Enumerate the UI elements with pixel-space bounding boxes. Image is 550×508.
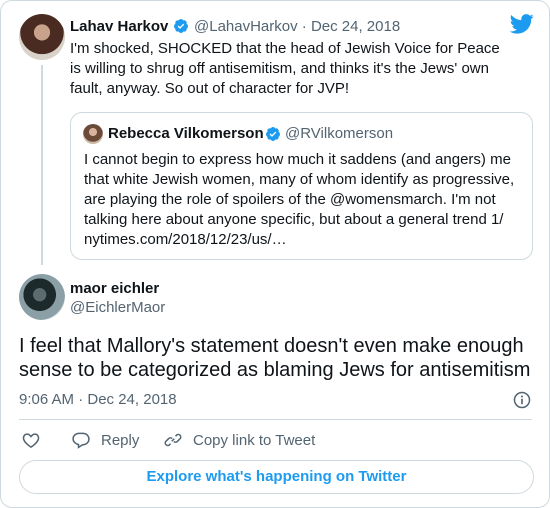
like-button[interactable] (21, 429, 41, 451)
thread-connector-line (41, 65, 43, 265)
copy-link-label: Copy link to Tweet (193, 431, 316, 449)
quoted-tweet[interactable]: Rebecca Vilkomerson @RVilkomerson I cann… (70, 112, 533, 260)
link-icon (164, 433, 182, 447)
reply-label: Reply (101, 431, 140, 449)
quoted-tweet-text: I cannot begin to express how much it sa… (84, 151, 515, 248)
copy-link-button[interactable]: Copy link to Tweet (163, 429, 315, 451)
divider (19, 419, 532, 420)
info-icon[interactable] (512, 390, 532, 410)
tweet-timestamp[interactable]: 9:06 AM · Dec 24, 2018 (19, 391, 177, 408)
author-handle[interactable]: @EichlerMaor (70, 299, 165, 316)
verified-badge-icon (174, 19, 188, 33)
author-name[interactable]: Lahav Harkov (70, 18, 168, 35)
quoted-author-name: Rebecca Vilkomerson (108, 125, 264, 142)
tweet-text: I'm shocked, SHOCKED that the head of Je… (70, 40, 500, 97)
avatar[interactable] (19, 274, 65, 320)
tweet-embed-card: Lahav Harkov @LahavHarkov · Dec 24, 2018… (0, 0, 550, 508)
twitter-bird-icon[interactable] (510, 14, 534, 34)
reply-bubble-icon (72, 432, 90, 449)
reply-button[interactable]: Reply (71, 429, 139, 451)
quoted-author-handle: @RVilkomerson (285, 125, 394, 142)
author-handle-date[interactable]: @LahavHarkov · Dec 24, 2018 (194, 18, 400, 35)
avatar[interactable] (19, 14, 65, 60)
main-tweet-text: I feel that Mallory's statement doesn't … (19, 335, 531, 381)
verified-badge-icon (266, 127, 280, 141)
author-name[interactable]: maor eichler (70, 280, 159, 297)
heart-icon (22, 433, 40, 448)
avatar (83, 124, 103, 144)
explore-twitter-button[interactable]: Explore what's happening on Twitter (19, 460, 534, 494)
